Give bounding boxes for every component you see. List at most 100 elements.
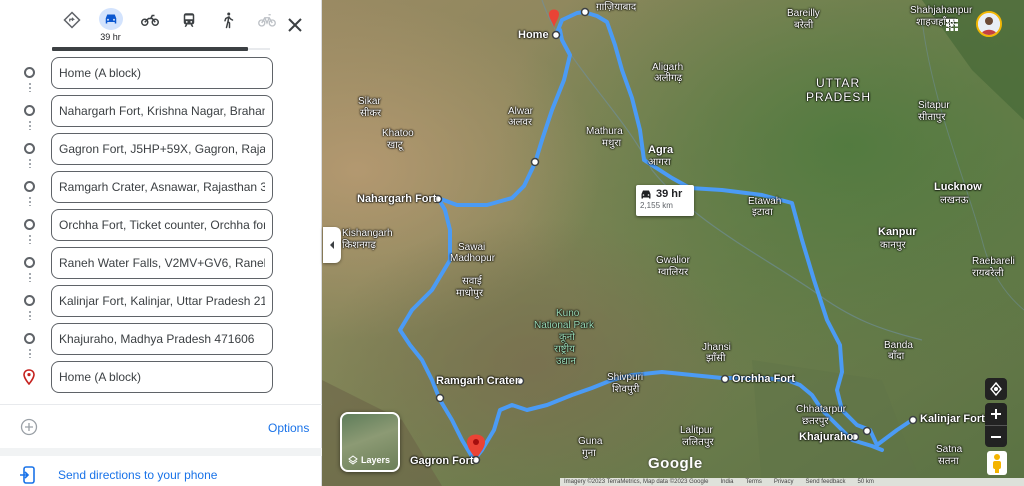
- collapse-panel-button[interactable]: [323, 227, 341, 263]
- divider: [0, 404, 322, 405]
- stop-input[interactable]: Home (A block): [51, 57, 273, 89]
- label-lucknow: Lucknow: [934, 181, 982, 193]
- label-guna: Guna: [578, 436, 603, 447]
- label-gwalior-hi: ग्वालियर: [658, 267, 689, 278]
- walking-icon: [216, 8, 240, 32]
- stop-input[interactable]: Khajuraho, Madhya Pradesh 471606: [51, 323, 273, 355]
- region-link[interactable]: India: [720, 479, 733, 485]
- imagery-attribution: Imagery ©2023 TerraMetrics, Map data ©20…: [564, 479, 709, 485]
- route-duration: 39 hr: [656, 188, 683, 200]
- waypoint-circle-icon: [24, 67, 35, 78]
- motorcycle-icon: [138, 8, 162, 32]
- label-kuno: Kuno: [556, 308, 580, 319]
- train-icon: [177, 8, 201, 32]
- stop-row: Kalinjar Fort, Kalinjar, Uttar Pradesh 2…: [0, 284, 322, 322]
- mode-walking[interactable]: [208, 8, 247, 42]
- stop-input[interactable]: Gagron Fort, J5HP+59X, Gagron, Rajasthan: [51, 133, 273, 165]
- label-agra: Agra: [648, 144, 674, 156]
- label-alwar-hi: अलवर: [508, 117, 533, 128]
- pegman-icon: [993, 454, 1001, 473]
- stop-input[interactable]: Raneh Water Falls, V2MV+GV6, Raneh Fa: [51, 247, 273, 279]
- waypoint-circle-icon: [24, 333, 35, 344]
- loading-progress-track: [248, 48, 270, 50]
- route-connector: [29, 196, 31, 206]
- close-icon: [288, 18, 302, 32]
- add-destination-button[interactable]: [20, 418, 38, 436]
- stop-input[interactable]: Orchha Fort, Ticket counter, Orchha fort…: [51, 209, 273, 241]
- label-pradesh: PRADESH: [806, 90, 872, 104]
- zoom-out-button[interactable]: [985, 425, 1007, 447]
- layers-button[interactable]: Layers: [340, 412, 400, 472]
- label-sawai-hi: सवाई: [462, 276, 482, 287]
- mode-driving[interactable]: 39 hr: [91, 8, 130, 42]
- label-jhansi-hi: झाँसी: [706, 353, 726, 364]
- label-aligarh-hi: अलीगढ़: [654, 73, 683, 84]
- route-summary-tooltip[interactable]: 39 hr 2,155 km: [636, 185, 694, 216]
- route-connector: [29, 348, 31, 358]
- label-guna-hi: गुना: [582, 448, 596, 459]
- zoom-in-button[interactable]: [991, 403, 1001, 425]
- waypoint-circle-icon: [24, 105, 35, 116]
- layers-icon: [348, 455, 358, 465]
- label-shivpuri: Shivpuri: [607, 372, 644, 383]
- stop-input[interactable]: Kalinjar Fort, Kalinjar, Uttar Pradesh 2…: [51, 285, 273, 317]
- stop-text: Nahargarh Fort, Krishna Nagar, Brahampur…: [59, 104, 265, 118]
- mode-transit[interactable]: [169, 8, 208, 42]
- label-kuno-hi: कूनो: [559, 332, 575, 343]
- label-lalitpur-hi: ललितपुर: [682, 437, 714, 448]
- waypoint-circle-icon: [24, 181, 35, 192]
- label-sitapur: Sitapur: [918, 100, 950, 111]
- label-home: Home: [518, 29, 549, 41]
- label-national-park: National Park: [534, 320, 595, 331]
- label-madhopur-hi: माधोपुर: [456, 288, 484, 299]
- label-mathura-hi: मथुरा: [602, 138, 622, 149]
- my-location-button[interactable]: [985, 378, 1007, 400]
- mode-motorcycle[interactable]: [130, 8, 169, 42]
- add-circle-icon: [20, 418, 38, 436]
- account-avatar[interactable]: [976, 11, 1002, 37]
- map-footer: Imagery ©2023 TerraMetrics, Map data ©20…: [560, 478, 1024, 486]
- label-khatoo: Khatoo: [382, 128, 414, 139]
- label-chhatarpur-hi: छतरपुर: [802, 416, 829, 427]
- avatar-image: [978, 13, 1000, 35]
- mode-cycling[interactable]: [247, 8, 286, 42]
- street-view-pegman[interactable]: [987, 451, 1007, 475]
- label-sitapur-hi: सीतापुर: [918, 112, 946, 123]
- map-canvas[interactable]: ग़ाज़ियाबाद Home Bareilly बरेली Shahjaha…: [322, 0, 1024, 486]
- privacy-link[interactable]: Privacy: [774, 479, 794, 485]
- stop-text: Khajuraho, Madhya Pradesh 471606: [59, 332, 255, 346]
- label-aligarh: Aligarh: [652, 62, 684, 73]
- label-kanpur: Kanpur: [878, 226, 917, 238]
- label-jhansi: Jhansi: [702, 342, 731, 353]
- send-directions-button[interactable]: Send directions to your phone: [20, 466, 217, 484]
- terms-link[interactable]: Terms: [746, 479, 762, 485]
- label-kishangarh: Kishangarh: [342, 228, 393, 239]
- label-uttar: UTTAR: [816, 76, 861, 90]
- stop-text: Home (A block): [59, 66, 142, 80]
- waypoint-circle-icon: [24, 219, 35, 230]
- label-rashtriya-hi: राष्ट्रीय: [554, 344, 575, 355]
- stop-input[interactable]: Ramgarh Crater, Asnawar, Rajasthan 325: [51, 171, 273, 203]
- label-etawah: Etawah: [748, 196, 782, 207]
- label-sikar: Sikar: [358, 96, 381, 107]
- stop-row: Khajuraho, Madhya Pradesh 471606: [0, 322, 322, 360]
- google-apps-button[interactable]: [946, 18, 958, 36]
- send-feedback-link[interactable]: Send feedback: [806, 479, 846, 485]
- label-banda-hi: बाँदा: [888, 351, 905, 362]
- stop-input[interactable]: Nahargarh Fort, Krishna Nagar, Brahampur…: [51, 95, 273, 127]
- label-madhopur: Madhopur: [450, 253, 496, 264]
- options-button[interactable]: Options: [268, 421, 309, 435]
- stop-row: Home (A block): [0, 360, 322, 398]
- stop-input[interactable]: Home (A block): [51, 361, 273, 393]
- label-gwalior: Gwalior: [656, 255, 690, 266]
- label-shahjahanpur: Shahjahanpur: [910, 5, 973, 16]
- close-directions-button[interactable]: [284, 14, 306, 36]
- route-distance: 2,155 km: [640, 201, 673, 210]
- minus-icon: [991, 435, 1001, 438]
- bicycle-icon: [255, 8, 279, 32]
- label-ghaziabad: ग़ाज़ियाबाद: [596, 2, 637, 13]
- mode-best[interactable]: [52, 8, 91, 42]
- scale-label: 50 km: [857, 479, 874, 485]
- label-satna: Satna: [936, 444, 963, 455]
- route-connector: [29, 158, 31, 168]
